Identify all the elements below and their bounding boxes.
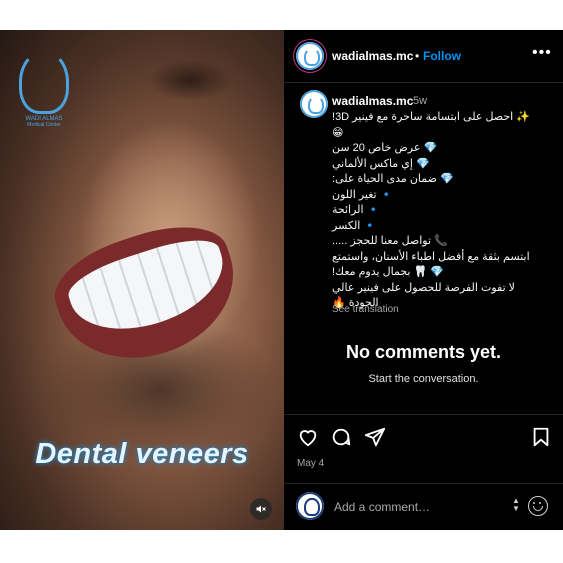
mute-button[interactable]: [250, 498, 272, 520]
comment-input[interactable]: Add a comment…: [334, 500, 430, 514]
post-media[interactable]: WADI ALMAS Medical Center Dental veneers: [0, 30, 284, 530]
caption-line: 💎 إي ماكس الألماني: [332, 157, 430, 170]
share-icon[interactable]: [364, 426, 386, 448]
caption-author-avatar[interactable]: [300, 90, 328, 118]
clinic-logo: WADI ALMAS Medical Center: [18, 50, 70, 140]
more-options-button[interactable]: •••: [532, 44, 552, 62]
post-header: wadialmas.mc • Follow •••: [284, 30, 563, 83]
caption-line: لا تفوت الفرصة للحصول على فينير عالي: [332, 281, 515, 294]
comment-icon[interactable]: [330, 426, 352, 448]
caption-line: 📞 تواصل معنا للحجز .....: [332, 235, 448, 247]
user-logo-icon: [304, 498, 320, 517]
bookmark-icon[interactable]: [530, 426, 552, 448]
caption-line: 😁: [332, 126, 344, 139]
author-username[interactable]: wadialmas.mc: [332, 49, 413, 63]
author-avatar[interactable]: [296, 42, 324, 70]
caption-line: 💎 ضمان مدى الحياة على:: [332, 173, 454, 185]
post-dialog: WADI ALMAS Medical Center Dental veneers…: [0, 30, 563, 530]
tooth-logo-icon: [304, 48, 320, 67]
caption-line: ابتسم بثقة مع أفضل اطباء الأسنان، واستمت…: [332, 250, 530, 263]
caption-text: ✨ احصل على ابتسامة ساحرة مع فينير 3D! 😁 …: [332, 110, 552, 312]
caption-line: ✨ احصل على ابتسامة ساحرة مع فينير 3D!: [332, 111, 530, 123]
sort-arrows-icon[interactable]: ▲ ▼: [512, 497, 520, 513]
post-date[interactable]: May 4: [297, 458, 324, 469]
composer-divider: [284, 483, 563, 484]
tooth-logo-icon: [308, 96, 324, 115]
caption-line: 💎 🦷 بجمال يدوم معك!: [332, 266, 444, 278]
follow-button[interactable]: Follow: [423, 49, 461, 63]
actions-divider: [284, 414, 563, 415]
caption-timestamp[interactable]: 5w: [413, 95, 427, 107]
see-translation-link[interactable]: See translation: [332, 304, 399, 315]
heart-icon[interactable]: [297, 426, 319, 448]
caption-line: 🔹 الرائحة: [332, 204, 381, 216]
caption-username[interactable]: wadialmas.mc: [332, 94, 413, 108]
media-overlay-title: Dental veneers: [35, 438, 249, 470]
post-side-panel: wadialmas.mc • Follow ••• wadialmas.mc 5…: [284, 30, 563, 530]
caption-line: 💎 عرض خاص 20 سن: [332, 142, 438, 154]
emoji-icon[interactable]: [528, 496, 548, 516]
current-user-avatar: [296, 492, 324, 520]
separator-dot: •: [415, 49, 420, 63]
no-comments-title: No comments yet.: [345, 342, 502, 362]
speaker-muted-icon: [256, 505, 266, 513]
tooth-logo-icon: [19, 50, 69, 114]
logo-subtitle: Medical Center: [27, 122, 61, 128]
caption-line: 🔹 تغير اللون: [332, 188, 394, 201]
caption-line: 🔹 الكسر: [332, 219, 378, 232]
start-conversation-text: Start the conversation.: [368, 373, 479, 385]
